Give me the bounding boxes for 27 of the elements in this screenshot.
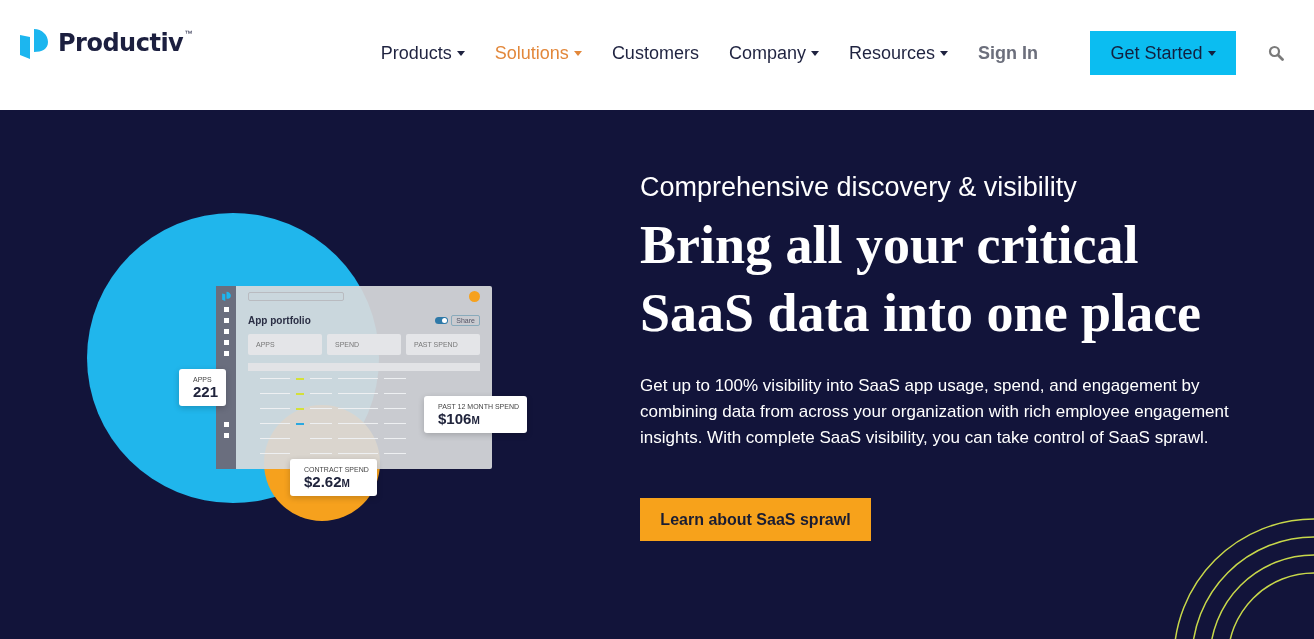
stat-value: $2.62M [304, 473, 351, 490]
body-text: Get up to 100% visibility into SaaS app usage, spend, and engagement by combining data from across your organization with rich employee engagement insights. With complete SaaS visibility, you can take control of SaaS sprawl. [640, 375, 1230, 449]
nav-link[interactable]: Resources [848, 42, 948, 64]
menu-square-icon [223, 340, 229, 345]
mockup-title: App portfolio [248, 315, 312, 326]
get-started-button[interactable]: Get Started [1090, 31, 1236, 75]
menu-square-icon [223, 329, 229, 334]
trademark-mark: ™ [184, 29, 193, 38]
avatar-icon [469, 291, 480, 302]
eyebrow-text: Comprehensive discovery & visibility [640, 172, 1078, 203]
logo-wordmark[interactable]: Productiv [58, 29, 184, 57]
logo-icon [20, 27, 48, 59]
headline: Bring all your critical SaaS data into one place [640, 214, 1203, 345]
stat-value: $106M [438, 410, 481, 427]
menu-square-icon [223, 318, 229, 323]
learn-more-button[interactable]: Learn about SaaS sprawl [640, 498, 871, 541]
logo-icon [221, 291, 231, 301]
search-icon[interactable] [1268, 45, 1284, 61]
menu-square-icon [223, 307, 229, 312]
sign-in-link[interactable]: Sign In [978, 42, 1038, 64]
menu-square-icon [223, 351, 229, 356]
nav-link[interactable]: Company [728, 42, 819, 64]
nav-link[interactable]: Products [380, 42, 465, 64]
stat-value: 221 [193, 383, 219, 400]
menu-square-icon [223, 422, 229, 427]
nav-link[interactable]: Customers [611, 42, 699, 64]
menu-square-icon [223, 433, 229, 438]
